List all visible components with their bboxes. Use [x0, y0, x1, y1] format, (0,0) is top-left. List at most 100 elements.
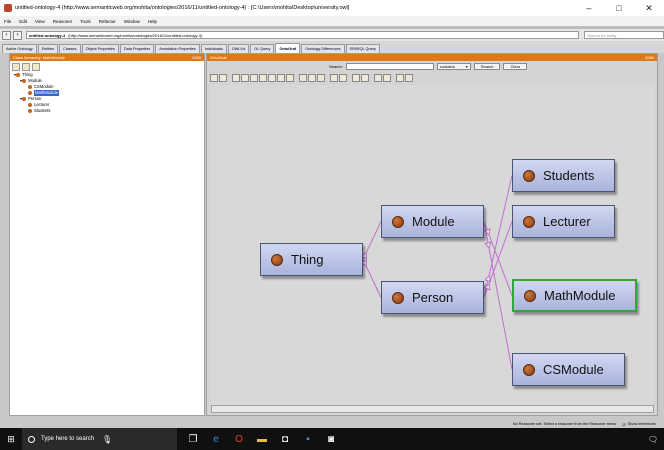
- reset-graph-icon[interactable]: [210, 74, 218, 82]
- graph-node-mathmodule[interactable]: MathModule: [512, 279, 637, 312]
- spring-layout-icon[interactable]: [250, 74, 258, 82]
- edge-browser-icon[interactable]: e: [209, 432, 223, 446]
- tab-dl-query[interactable]: DL Query: [250, 44, 275, 53]
- tab-entities[interactable]: Entities: [37, 44, 59, 53]
- horizontal-scrollbar[interactable]: [211, 405, 654, 413]
- microphone-icon[interactable]: 🎙: [102, 435, 112, 444]
- ontology-iri-field[interactable]: untitled-ontology-4 (http://www.semantic…: [25, 31, 580, 39]
- menu-edit[interactable]: Edit: [19, 19, 27, 24]
- open-icon[interactable]: [396, 74, 404, 82]
- tab-sparql-query[interactable]: SPARQL Query: [345, 44, 380, 53]
- system-tray-icon[interactable]: 🗨: [648, 435, 658, 444]
- tab-annotation-properties[interactable]: Annotation Properties: [155, 44, 200, 53]
- search-mode-value: contains: [439, 63, 455, 69]
- tab-data-properties[interactable]: Data Properties: [119, 44, 155, 53]
- class-icon: [28, 85, 32, 89]
- horizontal-tree-icon[interactable]: [277, 74, 285, 82]
- cortana-icon: [28, 435, 35, 443]
- menu-refactor[interactable]: Refactor: [99, 19, 116, 24]
- class-icon: [523, 169, 535, 182]
- grid-layout-icon[interactable]: [232, 74, 240, 82]
- color-icon[interactable]: [361, 74, 369, 82]
- node-label: Students: [543, 168, 595, 183]
- add-subclass-icon[interactable]: [12, 62, 20, 71]
- delete-class-icon[interactable]: [32, 62, 40, 71]
- tab-active-ontology[interactable]: Active Ontology: [2, 44, 37, 53]
- back-icon[interactable]: [219, 74, 227, 82]
- class-icon: [524, 289, 536, 302]
- class-icon: [28, 91, 32, 95]
- directed-layout-icon[interactable]: [286, 74, 294, 82]
- node-label: Lecturer: [543, 214, 591, 229]
- tab-object-properties[interactable]: Object Properties: [81, 44, 119, 53]
- class-icon: [392, 215, 404, 228]
- search-label: Search:: [329, 63, 343, 69]
- menu-view[interactable]: View: [35, 19, 45, 24]
- node-types-icon[interactable]: [352, 74, 360, 82]
- menu-file[interactable]: File: [4, 19, 11, 24]
- tab-classes[interactable]: Classes: [59, 44, 81, 53]
- add-sibling-icon[interactable]: [22, 62, 30, 71]
- export-image-icon[interactable]: [374, 74, 382, 82]
- menu-bar: File Edit View Reasoner Tools Refactor W…: [0, 16, 664, 26]
- tab-owlviz[interactable]: OWLViz: [227, 44, 250, 53]
- show-inferences-label: Show Inferences: [627, 422, 656, 426]
- tree-item-label: Students: [34, 108, 51, 113]
- ontograf-header-right: 2080: [645, 55, 654, 60]
- taskbar-search[interactable]: Type here to search 🎙: [22, 428, 177, 450]
- windows-start-icon[interactable]: ⊞: [0, 428, 22, 450]
- graph-node-module[interactable]: Module: [381, 205, 484, 238]
- zoom-fit-icon[interactable]: [317, 74, 325, 82]
- reasoner-status: No Reasoner set. Select a reasoner from …: [512, 422, 617, 426]
- graph-node-csmodule[interactable]: CSModule: [512, 353, 625, 386]
- zoom-in-icon[interactable]: [299, 74, 307, 82]
- tab-ontograf[interactable]: OntoGraf: [275, 43, 301, 53]
- tab-ontology-differences[interactable]: Ontology Differences: [301, 44, 345, 53]
- vertical-tree-icon[interactable]: [268, 74, 276, 82]
- close-button[interactable]: ✕: [634, 3, 664, 14]
- tab-individuals[interactable]: Individuals: [200, 44, 227, 53]
- radial-layout-icon[interactable]: [241, 74, 249, 82]
- ontograf-panel: OntoGraf 2080 Search: contains ▾ Search C…: [206, 53, 658, 416]
- forward-arrow-icon[interactable]: ›: [12, 30, 22, 40]
- graph-node-students[interactable]: Students: [512, 159, 615, 192]
- graph-search-input[interactable]: [345, 62, 434, 70]
- search-button[interactable]: Search: [473, 62, 501, 70]
- search-mode-select[interactable]: contains ▾: [436, 62, 471, 70]
- menu-reasoner[interactable]: Reasoner: [53, 19, 73, 24]
- class-hierarchy-panel: Class hierarchy: MathModule 2080 ▾ Thing …: [9, 53, 205, 416]
- tree-layout-icon[interactable]: [259, 74, 267, 82]
- refresh-icon[interactable]: [405, 74, 413, 82]
- graph-canvas[interactable]: Students Module Lecturer Thing Person Ma…: [211, 85, 654, 405]
- maximize-button[interactable]: □: [604, 3, 634, 13]
- menu-help[interactable]: Help: [148, 19, 157, 24]
- menu-window[interactable]: Window: [124, 19, 140, 24]
- arc-types-icon[interactable]: [330, 74, 338, 82]
- store-icon[interactable]: ◘: [278, 432, 292, 446]
- node-label: CSModule: [543, 362, 604, 377]
- task-view-icon[interactable]: ❐: [186, 432, 200, 446]
- filter-icon[interactable]: [339, 74, 347, 82]
- zoom-out-icon[interactable]: [308, 74, 316, 82]
- entity-search-input[interactable]: Search for entity: [584, 31, 664, 39]
- save-icon[interactable]: [383, 74, 391, 82]
- clear-button[interactable]: Clear: [503, 62, 528, 70]
- protege-taskbar-icon[interactable]: ◙: [324, 432, 338, 446]
- menu-tools[interactable]: Tools: [80, 19, 91, 24]
- os-taskbar: ⊞ Type here to search 🎙 ❐ e O ▬ ◘ ▪ ◙ 🗨: [0, 428, 664, 450]
- opera-icon[interactable]: O: [232, 432, 246, 446]
- app-icon[interactable]: ▪: [301, 432, 315, 446]
- graph-node-thing[interactable]: Thing: [260, 243, 363, 276]
- graph-search-row: Search: contains ▾ Search Clear: [207, 61, 657, 71]
- ontograf-title: OntoGraf: [210, 55, 227, 60]
- tree-item-students[interactable]: Students: [14, 108, 204, 114]
- show-inferences-checkbox[interactable]: ☑: [622, 422, 625, 427]
- class-hierarchy-title: Class hierarchy: MathModule: [13, 55, 65, 60]
- minimize-button[interactable]: –: [574, 3, 604, 13]
- graph-node-lecturer[interactable]: Lecturer: [512, 205, 615, 238]
- ontograf-header: OntoGraf 2080: [207, 54, 657, 61]
- back-arrow-icon[interactable]: ‹: [2, 30, 11, 40]
- file-explorer-icon[interactable]: ▬: [255, 432, 269, 446]
- graph-node-person[interactable]: Person: [381, 281, 484, 314]
- class-icon: [28, 109, 32, 113]
